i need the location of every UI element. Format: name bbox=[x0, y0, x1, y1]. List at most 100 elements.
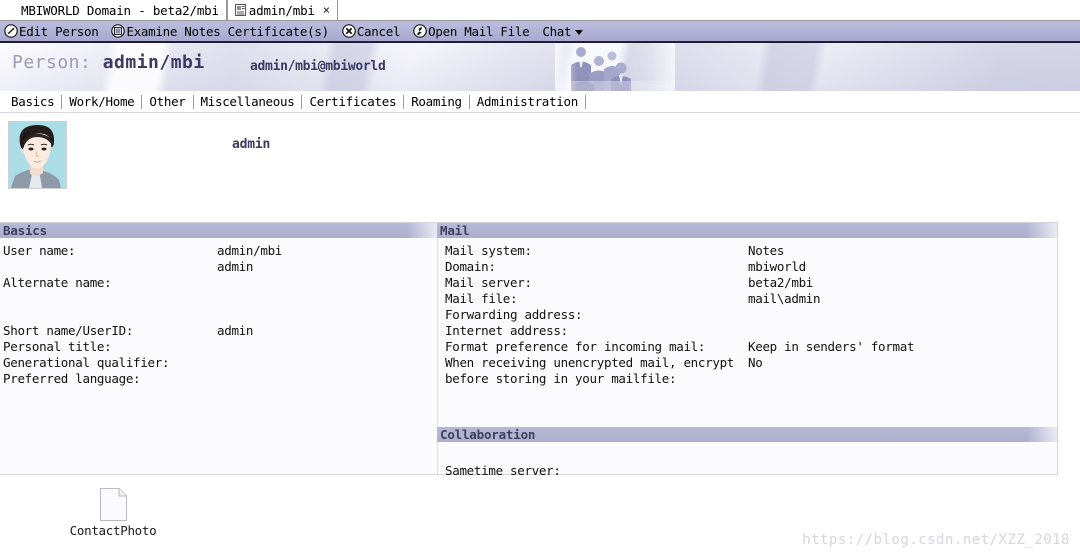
field-value: Keep in senders' format bbox=[748, 339, 915, 354]
tab-admin-mbi[interactable]: admin/mbi × bbox=[226, 0, 338, 20]
collaboration-field-list: Sametime server: bbox=[437, 442, 1057, 479]
field-label: Preferred language: bbox=[3, 371, 141, 386]
tab-admin-mbi-label: admin/mbi bbox=[248, 2, 315, 18]
field-format-preference: Format preference for incoming mail: Kee… bbox=[445, 339, 1057, 355]
field-label: User name: bbox=[3, 243, 76, 258]
field-spacer bbox=[0, 291, 437, 307]
field-label: Sametime server: bbox=[445, 463, 561, 478]
chat-menu-button[interactable]: Chat bbox=[542, 23, 584, 39]
field-value: admin bbox=[217, 323, 254, 338]
field-personal-title: Personal title: bbox=[0, 339, 437, 355]
field-mail-system: Mail system: Notes bbox=[445, 243, 1057, 259]
field-value: No bbox=[748, 355, 763, 370]
open-mail-file-button[interactable]: Open Mail File bbox=[413, 23, 530, 39]
field-label: Internet address: bbox=[445, 323, 568, 338]
person-email: admin/mbi@mbiworld bbox=[250, 59, 386, 74]
field-user-name: User name: admin/mbi bbox=[0, 243, 437, 259]
field-label: When receiving unencrypted mail, encrypt bbox=[445, 355, 735, 370]
tab-roaming[interactable]: Roaming bbox=[404, 94, 470, 109]
tab-miscellaneous[interactable]: Miscellaneous bbox=[194, 94, 303, 109]
page-title-value: admin/mbi bbox=[102, 52, 205, 73]
photo-row: admin bbox=[0, 113, 1080, 205]
person-document-icon bbox=[234, 4, 246, 16]
field-label bbox=[0, 259, 217, 275]
page-title: Person: admin/mbi bbox=[12, 52, 205, 73]
field-spacer bbox=[445, 447, 1057, 463]
field-mail-file: Mail file: mail\admin bbox=[445, 291, 1057, 307]
tab-close-icon[interactable]: × bbox=[323, 3, 330, 17]
examine-certificates-label: Examine Notes Certificate(s) bbox=[126, 23, 329, 39]
field-value: admin bbox=[217, 259, 254, 274]
mail-field-list: Mail system: Notes Domain: mbiworld Mail… bbox=[437, 238, 1057, 387]
tab-certificates[interactable]: Certificates bbox=[302, 94, 405, 109]
field-encrypt-unencrypted-mail: When receiving unencrypted mail, encrypt… bbox=[445, 355, 1057, 371]
field-label: Short name/UserID: bbox=[3, 323, 134, 338]
open-mail-file-label: Open Mail File bbox=[428, 23, 530, 39]
edit-person-label: Edit Person bbox=[19, 23, 99, 39]
domain-icon bbox=[7, 4, 18, 16]
tab-domain[interactable]: MBIWORLD Domain - beta2/mbi bbox=[0, 0, 227, 20]
section-tab-bar: Basics Work/Home Other Miscellaneous Cer… bbox=[0, 91, 1080, 113]
field-user-name-2: admin bbox=[0, 259, 437, 275]
field-label: Format preference for incoming mail: bbox=[445, 339, 706, 354]
cancel-label: Cancel bbox=[356, 23, 401, 39]
browser-tab-bar: MBIWORLD Domain - beta2/mbi admin/mbi × bbox=[0, 0, 1080, 21]
field-label: Domain: bbox=[445, 259, 496, 274]
chat-label: Chat bbox=[542, 23, 572, 39]
field-sametime-server: Sametime server: bbox=[445, 463, 1057, 479]
field-generational-qualifier: Generational qualifier: bbox=[0, 355, 437, 371]
field-spacer bbox=[0, 307, 437, 323]
field-domain: Domain: mbiworld bbox=[445, 259, 1057, 275]
contact-photo-portrait bbox=[9, 122, 66, 188]
business-people-photo bbox=[555, 43, 675, 91]
basics-column: Basics User name: admin/mbi admin Altern… bbox=[0, 223, 437, 474]
field-value: mbiworld bbox=[748, 259, 806, 274]
field-encrypt-continuation: before storing in your mailfile: bbox=[445, 371, 1057, 387]
collaboration-block: Collaboration Sametime server: bbox=[437, 427, 1057, 479]
mail-section-header: Mail bbox=[437, 223, 1057, 238]
details-panel: Basics User name: admin/mbi admin Altern… bbox=[0, 222, 1058, 478]
wrench-icon bbox=[413, 24, 427, 38]
edit-person-button[interactable]: Edit Person bbox=[4, 23, 99, 39]
attachment-label: ContactPhoto bbox=[69, 523, 157, 538]
field-preferred-language: Preferred language: bbox=[0, 371, 437, 387]
field-mail-server: Mail server: beta2/mbi bbox=[445, 275, 1057, 291]
cancel-x-icon bbox=[342, 24, 356, 38]
cancel-button[interactable]: Cancel bbox=[342, 24, 400, 39]
person-banner: Person: admin/mbi admin/mbi@mbiworld bbox=[0, 43, 1080, 91]
field-value: mail\admin bbox=[748, 291, 821, 306]
field-value: admin/mbi bbox=[217, 243, 283, 258]
file-document-icon bbox=[99, 488, 127, 521]
field-internet-address: Internet address: bbox=[445, 323, 1057, 339]
collaboration-section-header: Collaboration bbox=[437, 427, 1057, 442]
chevron-down-icon[interactable] bbox=[575, 29, 584, 35]
attachment-item[interactable]: ContactPhoto bbox=[48, 488, 178, 538]
field-label: Mail server: bbox=[445, 275, 532, 290]
field-value: beta2/mbi bbox=[748, 275, 814, 290]
watermark-text: https://blog.csdn.net/XZZ_2018 bbox=[802, 532, 1070, 548]
tab-other[interactable]: Other bbox=[142, 94, 194, 109]
field-short-name-userid: Short name/UserID: admin bbox=[0, 323, 437, 339]
action-toolbar: Edit Person Examine Notes Certificate(s)… bbox=[0, 21, 1080, 43]
field-label: Alternate name: bbox=[3, 275, 112, 290]
photo-display-name: admin bbox=[232, 137, 271, 152]
basics-field-list: User name: admin/mbi admin Alternate nam… bbox=[0, 238, 437, 387]
field-label: Mail file: bbox=[445, 291, 518, 306]
field-label: Generational qualifier: bbox=[3, 355, 170, 370]
field-label: Personal title: bbox=[3, 339, 112, 354]
page-title-label: Person: bbox=[12, 52, 92, 73]
field-label: before storing in your mailfile: bbox=[445, 371, 677, 386]
field-alternate-name: Alternate name: bbox=[0, 275, 437, 291]
tab-domain-label: MBIWORLD Domain - beta2/mbi bbox=[21, 2, 219, 18]
pencil-icon bbox=[4, 24, 18, 38]
tab-basics[interactable]: Basics bbox=[4, 94, 63, 109]
tab-administration[interactable]: Administration bbox=[470, 94, 586, 109]
field-label: Forwarding address: bbox=[445, 307, 583, 322]
tab-bar-filler bbox=[337, 0, 1080, 20]
tab-work-home[interactable]: Work/Home bbox=[62, 94, 143, 109]
mail-column: Mail Mail system: Notes Domain: mbiworld… bbox=[437, 223, 1057, 478]
examine-certificates-button[interactable]: Examine Notes Certificate(s) bbox=[111, 23, 329, 39]
field-value: Notes bbox=[748, 243, 785, 258]
avatar[interactable] bbox=[8, 121, 67, 189]
field-label: Mail system: bbox=[445, 243, 532, 258]
